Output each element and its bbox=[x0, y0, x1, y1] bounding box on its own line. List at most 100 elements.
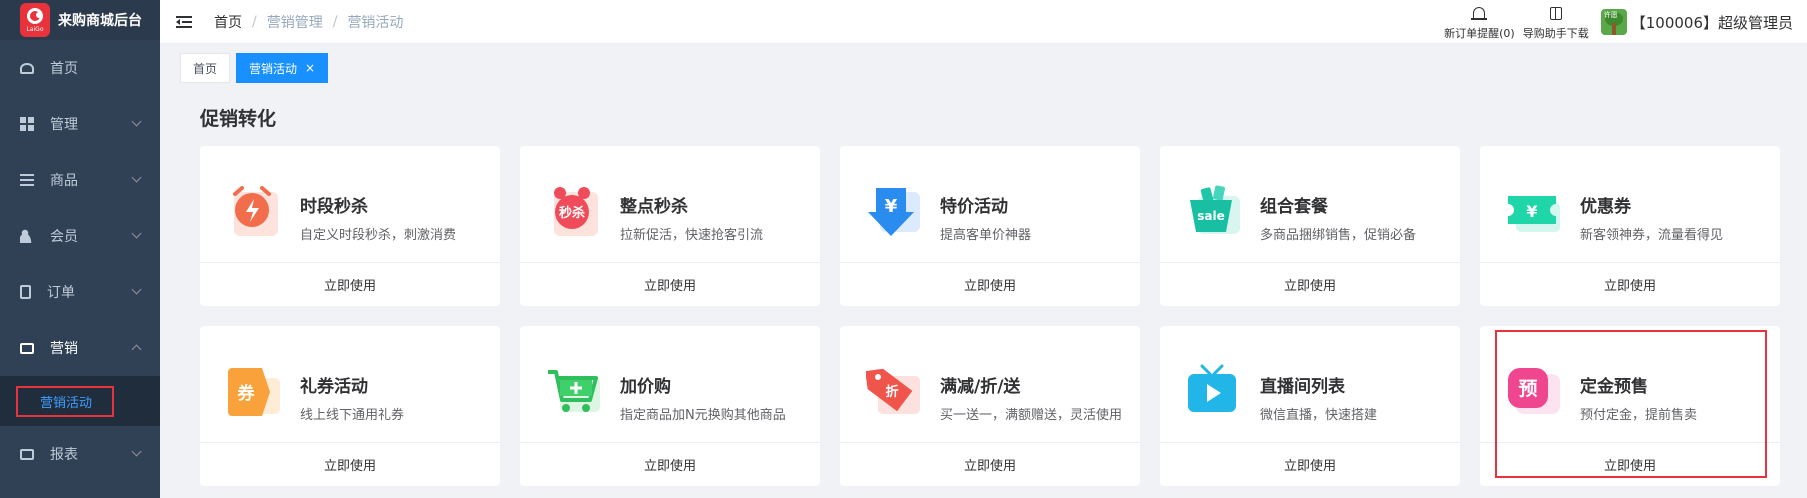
use-now-button[interactable]: 立即使用 bbox=[520, 442, 820, 486]
use-now-button[interactable]: 立即使用 bbox=[520, 262, 820, 306]
sidebar-item-goods[interactable]: 商品 bbox=[0, 152, 160, 208]
collapse-menu-icon[interactable] bbox=[176, 15, 192, 28]
chevron-down-icon bbox=[131, 446, 142, 457]
sidebar-item-label: 商品 bbox=[50, 173, 78, 189]
use-now-button[interactable]: 立即使用 bbox=[1480, 262, 1780, 306]
card-hourly-seckill: 秒杀 整点秒杀 拉新促活，快速抢客引流 立即使用 bbox=[520, 146, 820, 306]
new-order-alert-label: 新订单提醒(0) bbox=[1444, 27, 1515, 40]
sidebar-item-home[interactable]: 首页 bbox=[0, 40, 160, 96]
sidebar-item-marketing[interactable]: 营销 bbox=[0, 320, 160, 376]
use-now-button[interactable]: 立即使用 bbox=[840, 442, 1140, 486]
avatar[interactable]: 许愿 bbox=[1600, 9, 1627, 35]
dashboard-icon bbox=[20, 62, 34, 74]
card-description: 线上线下通用礼券 bbox=[300, 408, 405, 423]
card-title: 特价活动 bbox=[940, 197, 1008, 217]
card-description: 自定义时段秒杀，刺激消费 bbox=[300, 228, 457, 243]
breadcrumb: 首页 / 营销管理 / 营销活动 bbox=[214, 12, 403, 32]
alarm-icon bbox=[233, 186, 278, 236]
use-now-button[interactable]: 立即使用 bbox=[200, 262, 500, 306]
sidebar-subitem-marketing-activities[interactable]: 营销活动 bbox=[16, 385, 115, 417]
avatar-text: 许愿 bbox=[1603, 11, 1618, 19]
tag-label: 营销活动 bbox=[249, 61, 298, 76]
use-now-button[interactable]: 立即使用 bbox=[1160, 442, 1460, 486]
sale-bag-icon: sale bbox=[1190, 185, 1240, 234]
logo-icon: LaiGo bbox=[20, 3, 50, 37]
seckill-icon: 秒杀 bbox=[554, 187, 598, 236]
card-title: 满减/折/送 bbox=[940, 377, 1021, 397]
card-deposit-presale: 预 定金预售 预付定金，提前售卖 立即使用 bbox=[1480, 326, 1780, 486]
live-tv-icon bbox=[1188, 364, 1236, 412]
presale-icon: 预 bbox=[1508, 368, 1560, 414]
card-description: 微信直播，快速搭建 bbox=[1260, 408, 1378, 423]
breadcrumb-separator: / bbox=[332, 13, 338, 30]
chevron-down-icon bbox=[131, 172, 142, 183]
coupon-icon-text: ¥ bbox=[1526, 202, 1537, 221]
use-now-button[interactable]: 立即使用 bbox=[840, 262, 1140, 306]
logo[interactable]: LaiGo 来购商城后台 bbox=[0, 0, 160, 40]
sidebar-item-members[interactable]: 会员 bbox=[0, 208, 160, 264]
tag-home[interactable]: 首页 bbox=[180, 53, 231, 83]
sidebar: LaiGo 来购商城后台 首页 管理 商品 会员 订单 营销 营销活动 报表 bbox=[0, 0, 160, 498]
discount-icon-text: 折 bbox=[885, 384, 898, 400]
card-gift-voucher: 券 礼券活动 线上线下通用礼券 立即使用 bbox=[200, 326, 500, 486]
breadcrumb-current: 营销活动 bbox=[347, 14, 404, 31]
card-title: 加价购 bbox=[620, 377, 671, 397]
price-down-icon: ¥ bbox=[868, 188, 920, 236]
chevron-down-icon bbox=[131, 116, 142, 127]
use-now-button[interactable]: 立即使用 bbox=[1480, 442, 1780, 486]
assistant-download-button[interactable]: 导购助手下载 bbox=[1523, 3, 1589, 41]
sidebar-item-label: 订单 bbox=[47, 285, 75, 301]
username[interactable]: 【100006】超级管理员 bbox=[1631, 12, 1793, 33]
sidebar-item-label: 会员 bbox=[50, 229, 78, 245]
card-title: 礼券活动 bbox=[300, 377, 368, 397]
sidebar-item-label: 报表 bbox=[50, 447, 78, 463]
card-coupon: ¥ 优惠券 新客领神券，流量看得见 立即使用 bbox=[1480, 146, 1780, 306]
user-icon bbox=[20, 229, 34, 243]
coupon-icon: ¥ bbox=[1508, 196, 1560, 232]
sidebar-item-orders[interactable]: 订单 bbox=[0, 264, 160, 320]
cube-icon bbox=[1547, 5, 1565, 23]
chevron-down-icon bbox=[131, 228, 142, 239]
card-title: 整点秒杀 bbox=[620, 197, 688, 217]
presale-icon-text: 预 bbox=[1518, 378, 1537, 400]
app-title: 来购商城后台 bbox=[58, 13, 142, 29]
sidebar-item-label: 首页 bbox=[50, 61, 78, 77]
card-description: 买一送一，满额赠送，灵活使用 bbox=[940, 408, 1123, 423]
new-order-alert-button[interactable]: 新订单提醒(0) bbox=[1444, 3, 1515, 41]
marketing-submenu: 营销活动 bbox=[0, 376, 160, 426]
use-now-button[interactable]: 立即使用 bbox=[1160, 262, 1460, 306]
monitor-icon bbox=[20, 342, 34, 354]
card-description: 多商品捆绑销售，促销必备 bbox=[1260, 228, 1417, 243]
breadcrumb-marketing-manage[interactable]: 营销管理 bbox=[267, 12, 323, 32]
tag-label: 首页 bbox=[193, 61, 218, 76]
card-title: 定金预售 bbox=[1580, 377, 1648, 397]
cart-icon bbox=[548, 370, 600, 412]
card-title: 直播间列表 bbox=[1260, 377, 1345, 397]
use-now-button[interactable]: 立即使用 bbox=[200, 442, 500, 486]
card-time-seckill: 时段秒杀 自定义时段秒杀，刺激消费 立即使用 bbox=[200, 146, 500, 306]
card-description: 预付定金，提前售卖 bbox=[1580, 408, 1698, 423]
list-icon bbox=[20, 173, 34, 187]
assistant-download-label: 导购助手下载 bbox=[1522, 27, 1589, 40]
discount-tag-icon: 折 bbox=[866, 368, 920, 414]
tag-marketing-activities[interactable]: 营销活动 × bbox=[236, 53, 329, 83]
monitor-icon bbox=[20, 448, 34, 460]
bell-icon bbox=[1470, 5, 1488, 23]
voucher-icon-text: 券 bbox=[237, 383, 256, 404]
header-right: 新订单提醒(0) 导购助手下载 许愿 【100006】超级管理员 bbox=[1444, 0, 1793, 44]
card-bundle: sale 组合套餐 多商品捆绑销售，促销必备 立即使用 bbox=[1160, 146, 1460, 306]
close-icon[interactable]: × bbox=[305, 61, 315, 75]
breadcrumb-separator: / bbox=[252, 13, 257, 30]
grid-icon bbox=[20, 117, 34, 131]
breadcrumb-home[interactable]: 首页 bbox=[214, 12, 242, 32]
card-add-on-purchase: 加价购 指定商品加N元换购其他商品 立即使用 bbox=[520, 326, 820, 486]
card-description: 指定商品加N元换购其他商品 bbox=[620, 408, 786, 423]
section-title: 促销转化 bbox=[200, 108, 277, 130]
sidebar-item-label: 管理 bbox=[50, 117, 78, 133]
card-description: 提高客单价神器 bbox=[940, 228, 1032, 243]
card-special-price: ¥ 特价活动 提高客单价神器 立即使用 bbox=[840, 146, 1140, 306]
sidebar-item-manage[interactable]: 管理 bbox=[0, 96, 160, 152]
sidebar-item-reports[interactable]: 报表 bbox=[0, 426, 160, 482]
top-header: 首页 / 营销管理 / 营销活动 新订单提醒(0) 导购助手下载 许愿 【100… bbox=[160, 0, 1807, 44]
card-description: 新客领神券，流量看得见 bbox=[1580, 228, 1724, 243]
